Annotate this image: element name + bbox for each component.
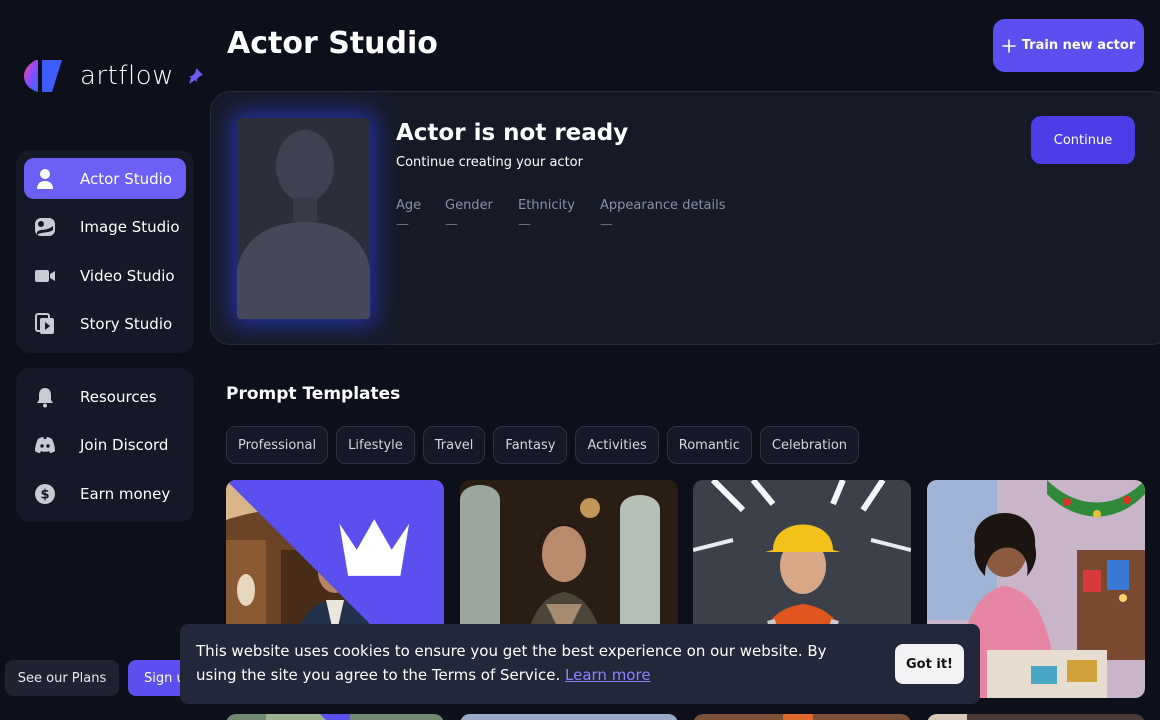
- attribute-ethnicity: Ethnicity —: [518, 198, 575, 232]
- attribute-label: Gender: [445, 198, 493, 213]
- attribute-label: Age: [396, 198, 422, 213]
- template-image: [693, 714, 911, 720]
- sidebar-item-earn-money[interactable]: $ Earn money: [24, 473, 186, 514]
- category-chip-lifestyle[interactable]: Lifestyle: [336, 426, 415, 464]
- category-chip-celebration[interactable]: Celebration: [759, 426, 860, 464]
- discord-icon: [35, 437, 55, 453]
- sidebar-item-label: Actor Studio: [80, 169, 173, 188]
- continue-button[interactable]: Continue: [1031, 116, 1135, 164]
- dollar-coin-icon: $: [35, 483, 55, 504]
- template-card-row2-2[interactable]: [460, 714, 678, 720]
- template-card-row2-3[interactable]: [693, 714, 911, 720]
- prompt-templates-title: Prompt Templates: [226, 384, 401, 404]
- actor-status-subtitle: Continue creating your actor: [396, 155, 583, 170]
- template-category-filters: Professional Lifestyle Travel Fantasy Ac…: [226, 426, 860, 464]
- train-new-actor-button[interactable]: Train new actor: [993, 19, 1144, 72]
- attribute-age: Age —: [396, 198, 421, 232]
- secondary-nav: Resources Join Discord $ Earn money: [16, 368, 194, 522]
- template-image: [460, 714, 678, 720]
- sidebar-item-label: Image Studio: [80, 218, 180, 236]
- sidebar-item-label: Story Studio: [80, 315, 173, 333]
- template-card-row2-1[interactable]: [226, 714, 444, 720]
- category-chip-professional[interactable]: Professional: [226, 426, 329, 464]
- sidebar-item-label: Resources: [80, 387, 157, 406]
- main-nav: Actor Studio Image Studio Video Studio S…: [16, 150, 194, 353]
- learn-more-link[interactable]: Learn more: [565, 666, 651, 684]
- attribute-appearance-details: Appearance details —: [600, 198, 726, 232]
- actor-status-title: Actor is not ready: [396, 120, 629, 146]
- story-icon: [35, 313, 54, 334]
- actor-placeholder-image: [237, 118, 370, 319]
- see-plans-button[interactable]: See our Plans: [5, 660, 119, 696]
- sidebar-item-resources[interactable]: Resources: [24, 376, 186, 417]
- template-image: [927, 714, 1145, 720]
- video-camera-icon: [35, 269, 55, 282]
- sidebar-item-actor-studio[interactable]: Actor Studio: [24, 158, 186, 199]
- sidebar-item-story-studio[interactable]: Story Studio: [24, 304, 186, 345]
- mannequin-icon: [237, 118, 370, 319]
- sidebar-item-join-discord[interactable]: Join Discord: [24, 425, 186, 466]
- attribute-value: —: [445, 217, 458, 232]
- image-icon: [35, 218, 55, 236]
- category-chip-romantic[interactable]: Romantic: [666, 426, 752, 464]
- cookie-banner: This website uses cookies to ensure you …: [180, 624, 980, 704]
- category-chip-activities[interactable]: Activities: [575, 426, 659, 464]
- category-chip-travel[interactable]: Travel: [422, 426, 486, 464]
- attribute-value: —: [600, 217, 613, 232]
- attribute-value: —: [518, 217, 531, 232]
- svg-text:$: $: [40, 487, 49, 502]
- bell-icon: [37, 387, 53, 407]
- category-chip-fantasy[interactable]: Fantasy: [493, 426, 568, 464]
- plus-icon: [1001, 38, 1016, 53]
- brand-logo[interactable]: artflow: [24, 58, 204, 94]
- brand-name: artflow: [80, 61, 174, 91]
- attribute-label: Ethnicity: [518, 198, 575, 213]
- attribute-label: Appearance details: [600, 198, 726, 213]
- artflow-logo-icon: [24, 60, 62, 92]
- actor-status-card: Actor is not ready Continue creating you…: [210, 91, 1160, 345]
- cookie-text: This website uses cookies to ensure you …: [196, 642, 827, 684]
- sidebar-item-video-studio[interactable]: Video Studio: [24, 255, 186, 296]
- page-title: Actor Studio: [227, 26, 438, 61]
- cookie-message: This website uses cookies to ensure you …: [196, 639, 856, 687]
- template-card-row2-4[interactable]: [927, 714, 1145, 720]
- pin-icon[interactable]: [186, 67, 204, 85]
- attribute-value: —: [396, 217, 409, 232]
- train-new-actor-label: Train new actor: [1021, 38, 1136, 53]
- user-icon: [37, 168, 53, 189]
- sidebar-item-label: Earn money: [80, 484, 171, 503]
- sidebar-item-label: Join Discord: [80, 436, 169, 454]
- cookie-accept-button[interactable]: Got it!: [895, 644, 964, 684]
- premium-crown-icon: [320, 714, 350, 720]
- sidebar-item-image-studio[interactable]: Image Studio: [24, 207, 186, 248]
- sidebar-item-label: Video Studio: [80, 266, 175, 285]
- attribute-gender: Gender —: [445, 198, 493, 232]
